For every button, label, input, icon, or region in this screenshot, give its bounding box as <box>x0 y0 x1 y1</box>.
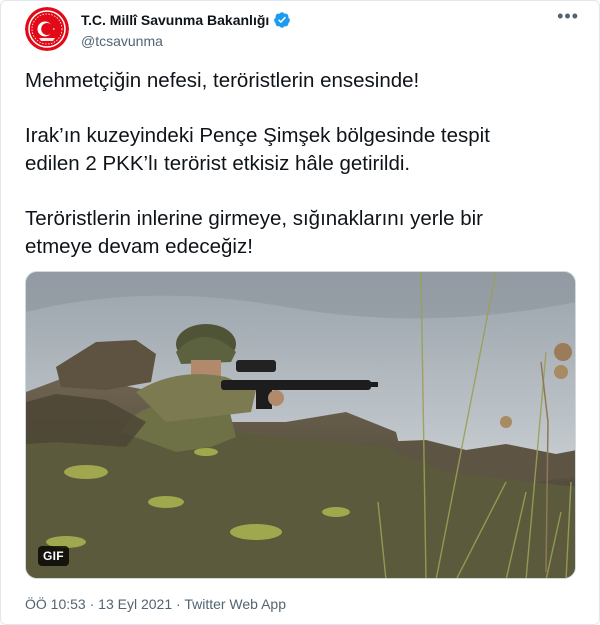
more-options-icon[interactable]: ••• <box>557 7 579 25</box>
tweet-line: Mehmetçiğin nefesi, teröristlerin ensesi… <box>25 69 420 92</box>
tweet-header: T.C. Millî Savunma Bakanlığı @tcsavunma … <box>25 5 583 53</box>
account-names: T.C. Millî Savunma Bakanlığı @tcsavunma <box>81 9 291 49</box>
meta-separator: · <box>85 596 99 612</box>
tweet-line: Irak’ın kuzeyindeki Pençe Şimşek bölgesi… <box>25 124 490 147</box>
ministry-crest-icon[interactable] <box>25 7 69 51</box>
tweet-metadata: ÖÖ 10:53 · 13 Eyl 2021 · Twitter Web App <box>25 596 286 612</box>
tweet-date[interactable]: 13 Eyl 2021 <box>98 596 172 612</box>
tweet-text: Mehmetçiğin nefesi, teröristlerin ensesi… <box>25 67 565 261</box>
tweet-media-gif[interactable]: GIF <box>25 271 576 579</box>
verified-badge-icon <box>274 12 291 28</box>
gif-frame-image <box>26 272 575 578</box>
account-handle[interactable]: @tcsavunma <box>81 33 291 49</box>
tweet-line: edilen 2 PKK’lı terörist etkisiz hâle ge… <box>25 152 411 175</box>
display-name-row: T.C. Millî Savunma Bakanlığı <box>81 9 291 31</box>
meta-separator: · <box>172 596 185 612</box>
tweet-line: etmeye devam edeceğiz! <box>25 235 253 258</box>
tweet-card: T.C. Millî Savunma Bakanlığı @tcsavunma … <box>0 0 600 625</box>
display-name[interactable]: T.C. Millî Savunma Bakanlığı <box>81 12 269 28</box>
tweet-line: Teröristlerin inlerine girmeye, sığınakl… <box>25 207 484 230</box>
tweet-time[interactable]: ÖÖ 10:53 <box>25 596 86 612</box>
tweet-source[interactable]: Twitter Web App <box>184 596 286 612</box>
gif-badge: GIF <box>38 546 69 566</box>
